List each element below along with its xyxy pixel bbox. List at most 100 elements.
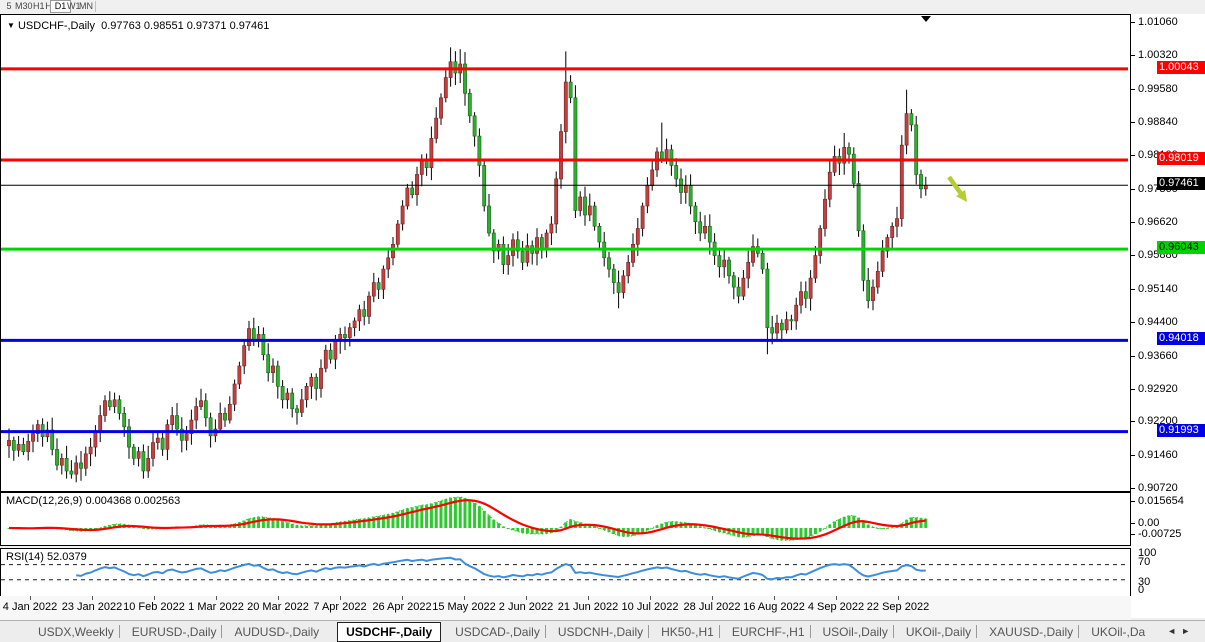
candle-up — [891, 226, 894, 237]
macd-histogram-bar — [824, 528, 827, 529]
candle-up — [881, 251, 884, 271]
date-label[interactable]: 15 May 2022 — [432, 601, 496, 613]
candle-up — [195, 407, 198, 421]
candle-down — [915, 125, 918, 175]
candle-up — [286, 393, 289, 400]
candle-up — [31, 434, 34, 442]
candle-up — [507, 256, 510, 265]
rsi-panel[interactable]: RSI(14) 52.0379 — [0, 548, 1131, 597]
date-label[interactable]: 26 Apr 2022 — [372, 601, 431, 613]
tab-eurchfh1[interactable]: EURCHF-,H1 — [732, 624, 805, 640]
candle-up — [651, 170, 654, 186]
tabs-scroll-left-button[interactable]: ◄ — [1167, 626, 1176, 636]
tab-hk50h1[interactable]: HK50-,H1 — [661, 624, 714, 640]
date-label[interactable]: 23 Jan 2022 — [62, 601, 123, 613]
candle-down — [55, 449, 58, 465]
candle-down — [919, 174, 922, 188]
price-tick-mark — [1131, 55, 1135, 56]
tab-usoildaily[interactable]: USOil-,Daily — [823, 624, 888, 640]
candle-up — [401, 206, 404, 224]
candle-up — [535, 238, 538, 254]
candle-up — [391, 244, 394, 258]
date-label[interactable]: 20 Mar 2022 — [247, 601, 309, 613]
macd-histogram-bar — [464, 498, 467, 528]
candle-down — [699, 222, 702, 233]
date-label[interactable]: 4 Sep 2022 — [808, 601, 864, 613]
date-label[interactable]: 7 Apr 2022 — [313, 601, 366, 613]
macd-panel[interactable]: MACD(12,26,9) 0.004368 0.002563 — [0, 492, 1131, 546]
candle-down — [847, 147, 850, 154]
tab-usdcaddaily[interactable]: USDCAD-,Daily — [455, 624, 540, 640]
candle-down — [718, 256, 721, 267]
tab-usdxweekly[interactable]: USDX,Weekly — [38, 624, 114, 640]
candle-up — [550, 224, 553, 233]
date-label[interactable]: 10 Feb 2022 — [123, 601, 185, 613]
chart-ohlc-values: 0.97763 0.98551 0.97371 0.97461 — [101, 20, 269, 32]
price-tick-mark — [1131, 455, 1135, 456]
symbol-dropdown-icon[interactable]: ▼ — [7, 21, 15, 30]
candle-up — [588, 206, 591, 215]
candle-up — [305, 386, 308, 400]
macd-histogram-bar — [708, 528, 711, 529]
date-label[interactable]: 21 Jun 2022 — [558, 601, 619, 613]
candle-up — [151, 443, 154, 459]
price-level-tag: 1.00043 — [1157, 61, 1205, 74]
date-tick-mark — [402, 596, 403, 600]
candle-up — [396, 224, 399, 244]
candle-up — [348, 328, 351, 338]
tab-eurusddaily[interactable]: EURUSD-,Daily — [132, 624, 217, 640]
macd-histogram-bar — [281, 521, 284, 528]
tab-ukoildaily[interactable]: UKOil-,Daily — [906, 624, 971, 640]
date-label[interactable]: 1 Mar 2022 — [188, 601, 244, 613]
date-tick-mark — [650, 596, 651, 600]
tabs-scroll-right-button[interactable]: ► — [1181, 626, 1190, 636]
candle-down — [910, 114, 913, 125]
tab-usdchfdaily[interactable]: USDCHF-,Daily — [337, 622, 441, 642]
date-label[interactable]: 2 Jun 2022 — [499, 601, 553, 613]
candle-down — [295, 409, 298, 413]
price-tick-mark — [1131, 488, 1135, 489]
price-chart-panel[interactable]: ▼ USDCHF-,Daily 0.97763 0.98551 0.97371 … — [0, 14, 1131, 492]
price-tick-mark — [1131, 89, 1135, 90]
macd-scale-label: -0.00725 — [1138, 528, 1181, 540]
candle-up — [99, 416, 102, 432]
candle-up — [814, 256, 817, 279]
tab-xauusddaily[interactable]: XAUUSD-,Daily — [989, 624, 1073, 640]
macd-histogram-bar — [257, 517, 260, 528]
date-label[interactable]: 28 Jul 2022 — [684, 601, 741, 613]
candle-down — [487, 206, 490, 233]
candle-up — [439, 98, 442, 118]
tab-separator — [221, 625, 222, 638]
date-label[interactable]: 10 Jul 2022 — [622, 601, 679, 613]
date-label[interactable]: 4 Jan 2022 — [3, 601, 57, 613]
tab-separator — [545, 625, 546, 638]
date-tick-mark — [588, 596, 589, 600]
candle-up — [747, 262, 750, 278]
candle-down — [204, 401, 207, 418]
macd-histogram-bar — [641, 528, 644, 533]
candle-down — [12, 440, 15, 450]
candle-up — [387, 258, 390, 269]
date-label[interactable]: 16 Aug 2022 — [743, 601, 805, 613]
macd-histogram-bar — [632, 528, 635, 536]
rsi-plot — [1, 549, 1128, 594]
price-scale[interactable]: 1.010601.003200.995800.988400.981000.973… — [1131, 14, 1205, 618]
candlestick-chart[interactable] — [1, 15, 1128, 489]
candle-up — [310, 377, 313, 386]
candle-up — [75, 463, 78, 474]
date-label[interactable]: 22 Sep 2022 — [867, 601, 929, 613]
candle-down — [276, 366, 279, 386]
tab-usdcnhdaily[interactable]: USDCNH-,Daily — [558, 624, 643, 640]
candle-up — [84, 454, 87, 468]
tab-ukoilda[interactable]: UKOil-,Da — [1091, 624, 1145, 640]
date-tick-mark — [836, 596, 837, 600]
tab-audusddaily[interactable]: AUDUSD-,Daily — [234, 624, 319, 640]
date-axis[interactable]: 4 Jan 2022 23 Jan 202210 Feb 20221 Mar 20… — [0, 596, 1131, 620]
candle-up — [430, 138, 433, 167]
candle-up — [382, 269, 385, 289]
date-tick-mark — [464, 596, 465, 600]
macd-tick-mark — [1131, 523, 1135, 524]
timeframe-button-mn[interactable]: MN — [76, 0, 96, 13]
candle-up — [7, 440, 10, 445]
price-tick-mark — [1131, 155, 1135, 156]
